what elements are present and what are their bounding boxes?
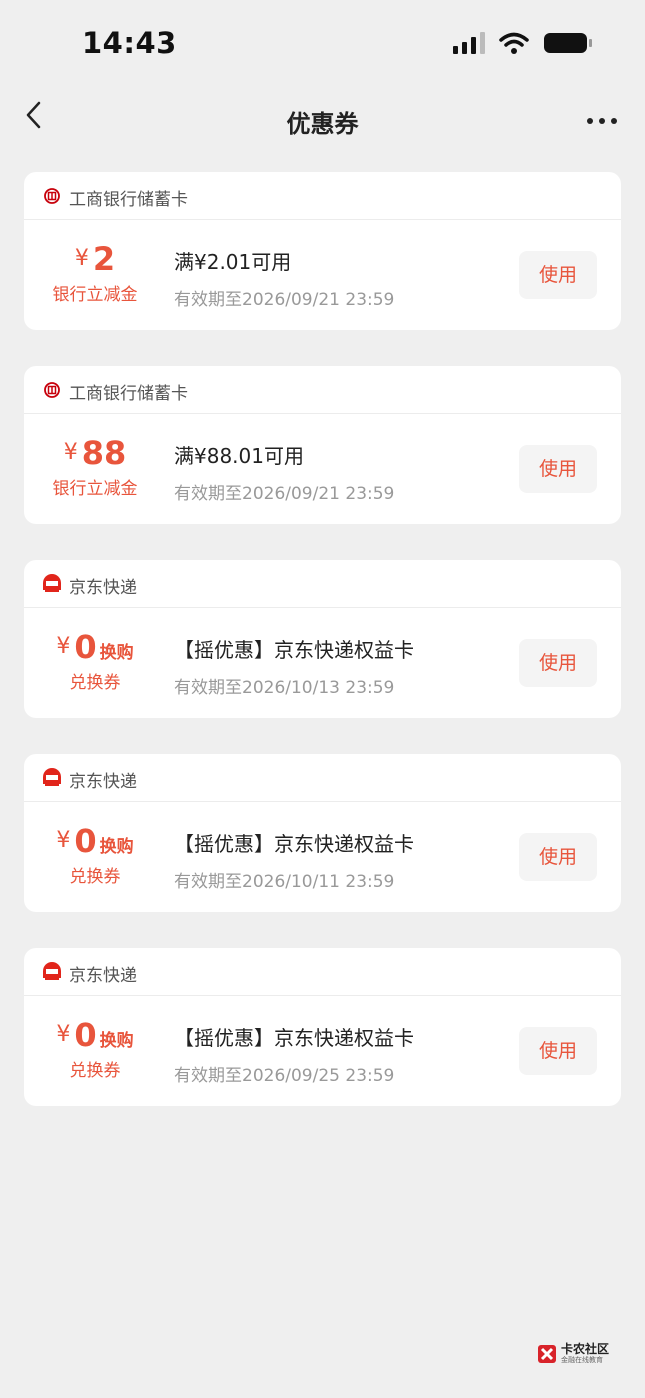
merchant-name: 工商银行储蓄卡	[69, 190, 188, 210]
coupon-amount: 0	[74, 628, 97, 666]
coupon-card[interactable]: 京东快递 ¥0 换购 兑换券 【摇优惠】京东快递权益卡 有效期至2026/10/13 23…	[24, 560, 621, 718]
coupon-condition: 【摇优惠】京东快递权益卡	[174, 1026, 414, 1050]
coupon-expiry: 有效期至2026/09/25 23:59	[174, 1066, 395, 1086]
watermark: 卡农社区 金融在线教育	[537, 1343, 609, 1365]
watermark-subtitle: 金融在线教育	[560, 1356, 603, 1364]
currency-symbol: ¥	[63, 440, 78, 465]
coupon-details: 【摇优惠】京东快递权益卡有效期至2026/10/11 23:59	[174, 828, 414, 892]
coupon-tag: 换购	[99, 1031, 134, 1051]
coupon-condition: 满¥88.01可用	[174, 444, 304, 468]
coupon-header: 工商银行储蓄卡	[24, 366, 621, 414]
coupon-body: ¥0 换购 兑换券 【摇优惠】京东快递权益卡 有效期至2026/09/25 23:59 使…	[24, 996, 621, 1106]
coupon-condition: 【摇优惠】京东快递权益卡	[174, 832, 414, 856]
use-button[interactable]: 使用	[519, 251, 597, 299]
coupon-amount: 0	[74, 822, 97, 860]
coupon-header: 京东快递	[24, 948, 621, 996]
currency-symbol: ¥	[74, 246, 89, 271]
coupon-list: 工商银行储蓄卡 ¥2 银行立减金 满¥2.01可用有效期至2026/09/21 23:…	[24, 172, 621, 1142]
coupon-card[interactable]: 工商银行储蓄卡 ¥88 银行立减金 满¥88.01可用有效期至2026/09/21 2…	[24, 366, 621, 524]
coupon-amount: 2	[92, 240, 116, 278]
battery-icon	[544, 33, 592, 53]
kanong-logo-icon	[537, 1345, 556, 1363]
status-icons	[453, 32, 593, 54]
jdl-logo-icon	[42, 573, 62, 593]
nav-bar: 优惠券	[0, 90, 645, 160]
coupon-details: 【摇优惠】京东快递权益卡有效期至2026/09/25 23:59	[174, 1022, 414, 1086]
coupon-header: 京东快递	[24, 560, 621, 608]
currency-symbol: ¥	[56, 828, 71, 853]
wifi-icon	[499, 32, 529, 54]
coupon-type-label: 兑换券	[69, 867, 121, 887]
coupon-value: ¥0 换购兑换券	[40, 1016, 150, 1081]
use-button[interactable]: 使用	[519, 639, 597, 687]
coupon-body: ¥0 换购 兑换券 【摇优惠】京东快递权益卡 有效期至2026/10/13 23:59 使…	[24, 608, 621, 718]
watermark-title: 卡农社区	[560, 1342, 609, 1356]
coupon-condition: 满¥2.01可用	[174, 250, 292, 274]
more-options-icon[interactable]	[587, 118, 617, 124]
status-time: 14:43	[82, 26, 177, 60]
use-button[interactable]: 使用	[519, 1027, 597, 1075]
coupon-expiry: 有效期至2026/09/21 23:59	[174, 484, 395, 504]
coupon-expiry: 有效期至2026/09/21 23:59	[174, 290, 395, 310]
merchant-name: 京东快递	[69, 966, 137, 986]
coupon-details: 满¥2.01可用有效期至2026/09/21 23:59	[174, 246, 394, 310]
coupon-type-label: 银行立减金	[52, 285, 138, 305]
coupon-header: 工商银行储蓄卡	[24, 172, 621, 220]
coupon-tag: 换购	[99, 837, 134, 857]
use-button[interactable]: 使用	[519, 445, 597, 493]
use-button[interactable]: 使用	[519, 833, 597, 881]
jdl-logo-icon	[42, 767, 62, 787]
status-bar: 14:43	[0, 0, 645, 90]
coupon-body: ¥2 银行立减金 满¥2.01可用有效期至2026/09/21 23:59 使用	[24, 220, 621, 330]
coupon-body: ¥88 银行立减金 满¥88.01可用有效期至2026/09/21 23:59 使用	[24, 414, 621, 524]
merchant-name: 工商银行储蓄卡	[69, 384, 188, 404]
page-title: 优惠券	[286, 110, 359, 138]
coupon-condition: 【摇优惠】京东快递权益卡	[174, 638, 414, 662]
coupon-value: ¥88 银行立减金	[40, 434, 150, 499]
merchant-name: 京东快递	[69, 578, 137, 598]
coupon-type-label: 银行立减金	[52, 479, 138, 499]
coupon-header: 京东快递	[24, 754, 621, 802]
coupon-body: ¥0 换购 兑换券 【摇优惠】京东快递权益卡 有效期至2026/10/11 23:59 使…	[24, 802, 621, 912]
coupon-value: ¥2 银行立减金	[40, 240, 150, 305]
coupon-value: ¥0 换购兑换券	[40, 822, 150, 887]
coupon-tag: 换购	[99, 643, 134, 663]
coupon-details: 满¥88.01可用有效期至2026/09/21 23:59	[174, 440, 394, 504]
coupon-type-label: 兑换券	[69, 673, 121, 693]
cellular-signal-icon	[453, 32, 485, 54]
coupon-expiry: 有效期至2026/10/13 23:59	[174, 678, 395, 698]
coupon-card[interactable]: 工商银行储蓄卡 ¥2 银行立减金 满¥2.01可用有效期至2026/09/21 23:…	[24, 172, 621, 330]
coupon-details: 【摇优惠】京东快递权益卡有效期至2026/10/13 23:59	[174, 634, 414, 698]
coupon-card[interactable]: 京东快递 ¥0 换购 兑换券 【摇优惠】京东快递权益卡 有效期至2026/09/25 23…	[24, 948, 621, 1106]
coupon-amount: 0	[74, 1016, 97, 1054]
merchant-name: 京东快递	[69, 772, 137, 792]
coupon-value: ¥0 换购兑换券	[40, 628, 150, 693]
currency-symbol: ¥	[56, 634, 71, 659]
coupon-expiry: 有效期至2026/10/11 23:59	[174, 872, 395, 892]
icbc-logo-icon	[44, 188, 60, 204]
coupon-type-label: 兑换券	[69, 1061, 121, 1081]
coupon-card[interactable]: 京东快递 ¥0 换购 兑换券 【摇优惠】京东快递权益卡 有效期至2026/10/11 23…	[24, 754, 621, 912]
icbc-logo-icon	[44, 382, 60, 398]
jdl-logo-icon	[42, 961, 62, 981]
coupon-amount: 88	[81, 434, 127, 472]
currency-symbol: ¥	[56, 1022, 71, 1047]
